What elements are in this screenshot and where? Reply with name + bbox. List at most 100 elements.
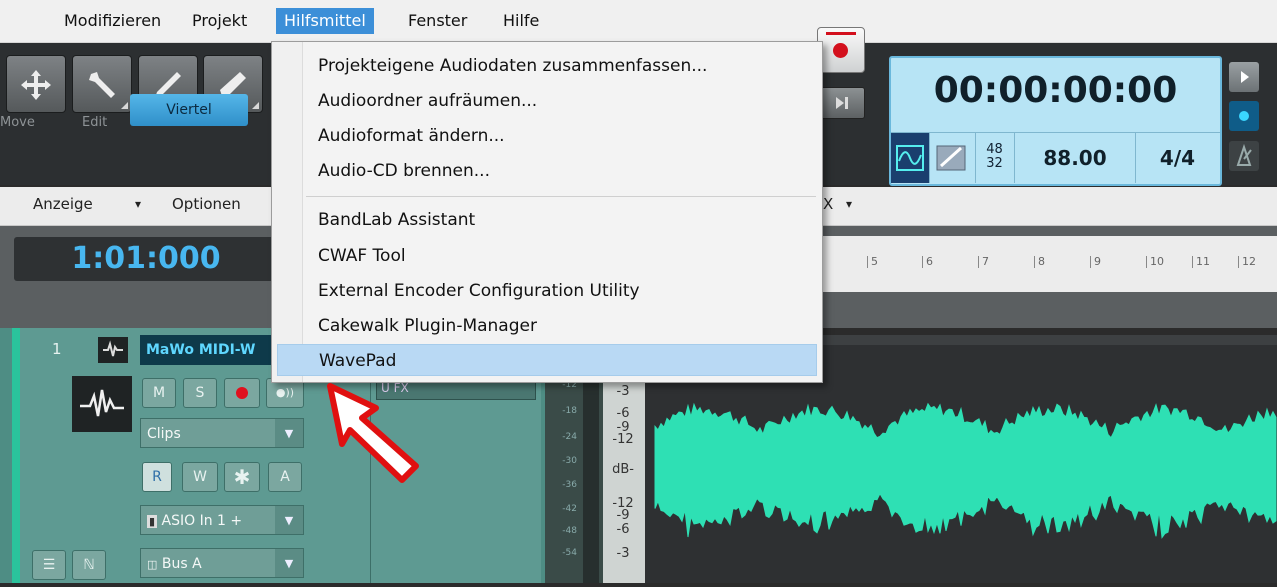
db-label: -9 <box>616 508 630 523</box>
menu-projekt[interactable]: Projekt <box>184 8 255 34</box>
ruler-tick: 8 <box>1034 256 1045 268</box>
move-icon <box>21 70 51 100</box>
chevron-down-icon: ▼ <box>275 506 303 534</box>
time-signature-field[interactable]: 4/4 <box>1135 133 1220 183</box>
automation-lane-button[interactable]: ℕ <box>72 550 106 580</box>
menu-item-projekteigene-audiodaten[interactable]: Projekteigene Audiodaten zusammenfassen.… <box>277 50 817 82</box>
menu-hilfsmittel[interactable]: Hilfsmittel <box>276 8 374 34</box>
output-dropdown[interactable]: ◫ Bus A ▼ <box>140 548 304 578</box>
chevron-down-icon: ▼ <box>275 419 303 447</box>
metronome-wave-button[interactable] <box>891 133 930 183</box>
ruler-tick: 9 <box>1090 256 1101 268</box>
red-arrow-icon <box>327 383 419 483</box>
menu-item-wavepad[interactable]: WavePad <box>277 344 817 376</box>
menu-bar: Modifizieren Projekt Hilfsmittel Fenster… <box>0 0 1277 43</box>
input-dropdown[interactable]: ▮ ASIO In 1 + ▼ <box>140 505 304 535</box>
db-label: -6 <box>616 522 630 537</box>
anzeige-menu[interactable]: Anzeige <box>33 195 93 213</box>
menu-item-cwaf-tool[interactable]: CWAF Tool <box>277 240 817 272</box>
track-menu-button[interactable]: ☰ <box>32 550 66 580</box>
meter-tick: -24 <box>562 432 577 442</box>
db-label: -3 <box>616 546 630 561</box>
meter-tick: -36 <box>562 480 577 490</box>
write-automation-button[interactable]: W <box>182 462 218 492</box>
record-arm-side-button[interactable] <box>1229 101 1259 131</box>
meter-tick: -48 <box>562 526 577 536</box>
waveform-icon <box>896 145 924 171</box>
edit-label: Edit <box>82 115 108 130</box>
track-number: 1 <box>52 340 62 358</box>
read-automation-button[interactable]: R <box>142 462 172 492</box>
track-color-strip <box>12 328 20 583</box>
record-dot-icon <box>236 387 248 399</box>
clock-row: 48 32 88.00 4/4 <box>891 132 1220 183</box>
optionen-menu[interactable]: Optionen <box>172 195 241 213</box>
edit-tool-button[interactable] <box>72 55 132 113</box>
db-label: dB- <box>612 462 634 477</box>
ruler-tick: 7 <box>978 256 989 268</box>
track-name[interactable]: MaWo MIDI-W <box>140 335 278 365</box>
record-icon <box>833 43 848 58</box>
menu-item-plugin-manager[interactable]: Cakewalk Plugin-Manager <box>277 310 817 342</box>
track-type-icon <box>98 337 128 363</box>
fx-dropdown-icon[interactable]: ▾ <box>846 197 852 211</box>
db-label: -12 <box>612 432 634 447</box>
meter-display[interactable]: 48 32 <box>975 133 1015 183</box>
db-label: -6 <box>616 406 630 421</box>
metronome-off-button[interactable] <box>929 133 976 183</box>
record-button[interactable] <box>817 27 865 73</box>
metronome-off-icon <box>936 145 966 171</box>
db-scale: -3 -6 -9 -12 dB- -12 -9 -6 -3 <box>603 358 645 583</box>
move-tool-button[interactable] <box>6 55 66 113</box>
skip-end-icon <box>836 97 848 109</box>
time-ruler[interactable]: 5 6 7 8 9 10 11 12 <box>822 236 1277 292</box>
db-label: -3 <box>616 384 630 399</box>
record-arm-button[interactable] <box>224 378 260 408</box>
menu-fenster[interactable]: Fenster <box>400 8 475 34</box>
record-dot-icon <box>1239 111 1249 121</box>
ruler-tick: 11 <box>1192 256 1210 268</box>
mute-button[interactable]: M <box>142 378 176 408</box>
transport-play-button[interactable] <box>1229 62 1259 92</box>
audio-track-icon <box>72 376 132 432</box>
now-time-display[interactable]: 1:01:000 <box>14 237 278 281</box>
menu-item-audioformat-aendern[interactable]: Audioformat ändern... <box>277 120 817 152</box>
output-icon: ◫ <box>147 558 158 571</box>
fx-menu[interactable]: X <box>823 195 833 213</box>
metronome-icon <box>1236 143 1252 166</box>
input-dropdown-label: ASIO In 1 + <box>161 513 243 529</box>
metronome-side-button[interactable] <box>1229 141 1259 171</box>
menu-separator <box>306 196 816 197</box>
clips-dropdown-label: Clips <box>147 426 181 442</box>
menu-modifizieren[interactable]: Modifizieren <box>56 8 169 34</box>
move-label: Move <box>0 115 35 130</box>
wrench-icon <box>89 72 115 98</box>
clock-panel: 00:00:00:00 48 32 88.00 4/4 <box>889 56 1222 186</box>
ruler-tick: 10 <box>1146 256 1164 268</box>
clips-dropdown[interactable]: Clips ▼ <box>140 418 304 448</box>
meter-tick: -18 <box>562 406 577 416</box>
snowflake-icon[interactable]: ✱ <box>224 462 260 492</box>
meter-tick: -42 <box>562 504 577 514</box>
menu-item-external-encoder[interactable]: External Encoder Configuration Utility <box>277 275 817 307</box>
chevron-down-icon: ▼ <box>275 549 303 577</box>
menu-item-audioordner-aufraeumen[interactable]: Audioordner aufräumen... <box>277 85 817 117</box>
level-meter: -12 -18 -24 -30 -36 -42 -48 -54 <box>545 358 603 583</box>
solo-button[interactable]: S <box>183 378 217 408</box>
meter-bottom: 32 <box>986 156 1003 171</box>
go-to-end-button[interactable] <box>817 87 865 119</box>
ruler-tick: 6 <box>922 256 933 268</box>
archive-button[interactable]: A <box>268 462 302 492</box>
menu-item-bandlab-assistant[interactable]: BandLab Assistant <box>277 204 817 236</box>
menu-hilfe[interactable]: Hilfe <box>495 8 547 34</box>
input-icon: ▮ <box>147 515 158 528</box>
tempo-field[interactable]: 88.00 <box>1015 133 1136 183</box>
anzeige-dropdown-icon[interactable]: ▾ <box>135 197 141 211</box>
clock-time[interactable]: 00:00:00:00 <box>891 70 1220 111</box>
snap-value-button[interactable]: Viertel <box>130 94 248 126</box>
ruler-tick: 5 <box>867 256 878 268</box>
meter-top: 48 <box>986 142 1003 157</box>
play-icon <box>1241 71 1249 83</box>
ruler-tick: 12 <box>1238 256 1256 268</box>
menu-item-audio-cd-brennen[interactable]: Audio-CD brennen... <box>277 155 817 187</box>
